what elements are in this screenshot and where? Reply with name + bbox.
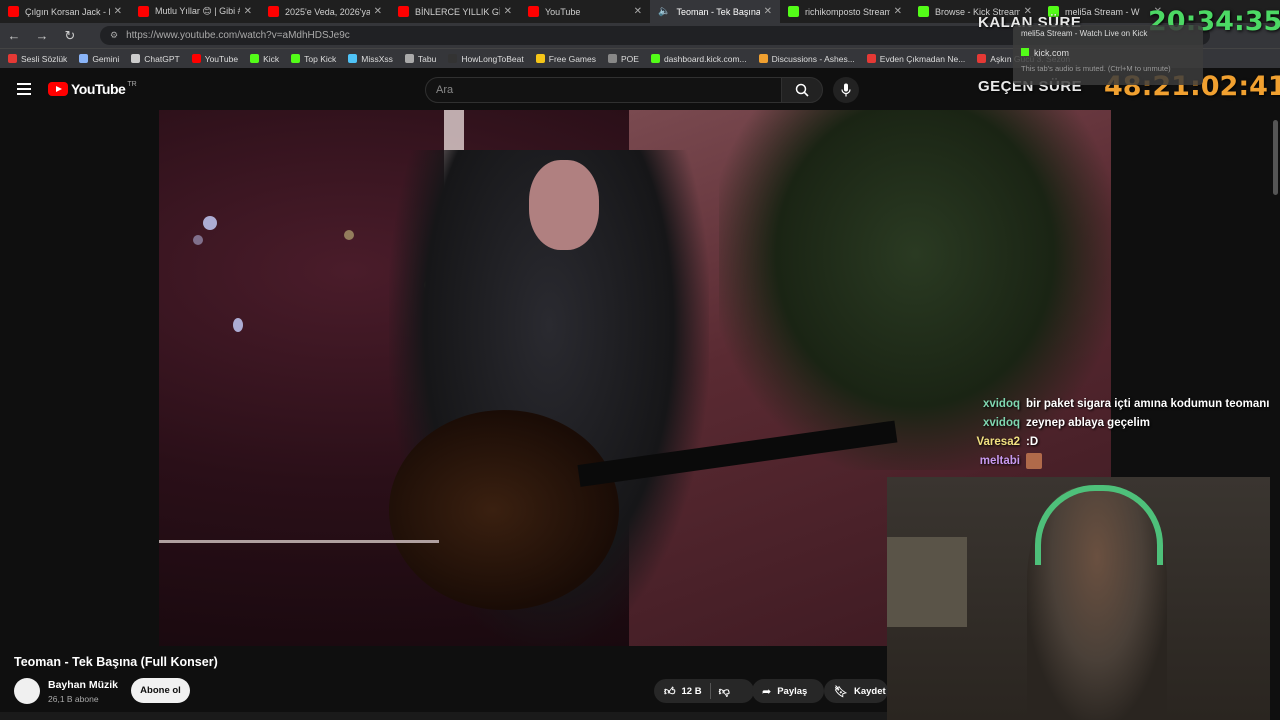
search-input[interactable]: Ara [425, 77, 782, 103]
chat-emote [1026, 452, 1042, 469]
bookmark-item[interactable]: Gemini [79, 54, 119, 64]
bookmark-item[interactable]: dashboard.kick.com... [650, 54, 747, 64]
youtube-icon [268, 6, 279, 17]
kick-icon [1021, 48, 1029, 56]
like-count[interactable]: 12 B [682, 686, 702, 697]
browser-tab[interactable]: YouTube ✕ [520, 0, 650, 23]
bookmark-item[interactable]: Sesli Sözlük [8, 54, 67, 64]
bookmark-item[interactable]: Evden Çıkmadan Ne... [866, 54, 965, 64]
scrollbar-thumb[interactable] [1273, 120, 1278, 195]
url-text: https://www.youtube.com/watch?v=aMdhHDSJ… [126, 30, 350, 41]
chat-username: meltabi [979, 454, 1020, 467]
webcam-overlay [887, 477, 1280, 720]
chat-message: xvidoq zeynep ablaya geçelim [960, 413, 1280, 432]
subscriber-count: 26,1 B abone [48, 694, 99, 704]
youtube-icon [138, 6, 149, 17]
chat-message: Varesa2 :D [960, 432, 1280, 451]
bookmark-item[interactable]: HowLongToBeat [448, 54, 524, 64]
youtube-icon [528, 6, 539, 17]
bookmark-favicon-icon [191, 54, 201, 63]
youtube-icon [8, 6, 19, 17]
chat-text: bir paket sigara içti amına kodumun teom… [1026, 397, 1270, 410]
close-icon[interactable]: ✕ [374, 6, 382, 17]
bookmark-favicon-icon [758, 54, 768, 63]
chat-username: Varesa2 [976, 435, 1021, 448]
close-icon[interactable]: ✕ [764, 6, 772, 17]
close-icon[interactable]: ✕ [634, 6, 642, 17]
chat-text: zeynep ablaya geçelim [1026, 416, 1151, 429]
hover-card-title: meli5a Stream - Watch Live on Kick [1021, 29, 1148, 38]
bookmark-item[interactable]: Free Games [535, 54, 596, 64]
close-icon[interactable]: ✕ [894, 6, 902, 17]
bookmark-favicon-icon [291, 54, 301, 63]
back-arrow-icon[interactable]: ← [0, 28, 28, 43]
chat-text: :D [1026, 435, 1039, 448]
bookmark-favicon-icon [8, 54, 17, 63]
microphone-icon [841, 83, 851, 97]
bookmark-favicon-icon [131, 54, 141, 63]
bookmark-icon: 🔖︎ [834, 685, 848, 698]
share-button[interactable]: ➦ Paylaş [752, 679, 824, 703]
bookmark-item[interactable]: MissXss [348, 54, 393, 64]
site-info-icon[interactable]: ⚙ [110, 30, 118, 41]
browser-tab[interactable]: 2025'e Veda, 2026'ya M✕ [260, 0, 390, 23]
like-dislike-group: 👍︎ 12 B 👎︎ [654, 679, 754, 703]
forward-arrow-icon[interactable]: → [28, 28, 56, 43]
bookmark-favicon-icon [535, 54, 545, 63]
chat-username: xvidoq [982, 416, 1020, 429]
youtube-icon [398, 6, 409, 17]
kick-icon [918, 6, 929, 17]
share-icon: ➦ [762, 685, 772, 698]
browser-tab[interactable]: Mutlu Yıllar 😊 | Gibi #si✕ [130, 0, 260, 23]
browser-tab[interactable]: richikomposto Stream ✕ [780, 0, 910, 23]
bookmark-favicon-icon [79, 54, 89, 63]
hover-card-hint: This tab's audio is muted. (Ctrl+M to un… [1021, 64, 1171, 73]
search-icon [795, 83, 809, 97]
chat-username: xvidoq [982, 397, 1020, 410]
bookmark-item[interactable]: Tabu [404, 54, 436, 64]
search-button[interactable] [781, 77, 823, 103]
muted-speaker-icon[interactable]: 🔈 [658, 6, 670, 17]
bookmark-item[interactable]: Kick [250, 54, 279, 64]
bookmark-item[interactable]: Top Kick [291, 54, 336, 64]
voice-search-button[interactable] [833, 77, 859, 103]
save-button[interactable]: 🔖︎ Kaydet [824, 679, 888, 703]
like-icon[interactable]: 👍︎ [664, 685, 676, 698]
bookmark-favicon-icon [348, 54, 358, 63]
tab-hover-card: meli5a Stream - Watch Live on Kick kick.… [1013, 25, 1203, 85]
video-title: Teoman - Tek Başına (Full Konser) [14, 655, 218, 669]
avatar[interactable] [14, 678, 40, 704]
bookmark-item[interactable]: POE [608, 54, 639, 64]
browser-tab[interactable]: BİNLERCE YILLIK GİZEM✕ [390, 0, 520, 23]
bookmark-favicon-icon [866, 54, 876, 63]
bookmark-favicon-icon [650, 54, 660, 63]
bookmark-favicon-icon [404, 54, 414, 63]
kick-icon [788, 6, 799, 17]
bookmark-favicon-icon [448, 54, 458, 63]
stream-chat-overlay: xvidoq bir paket sigara içti amına kodumu… [960, 394, 1280, 470]
bookmark-item[interactable]: ChatGPT [131, 54, 180, 64]
browser-tab[interactable]: Çılgın Korsan Jack - Ma✕ [0, 0, 130, 23]
browser-tab-active[interactable]: 🔈 Teoman - Tek Başına ✕ [650, 0, 780, 23]
menu-icon[interactable] [17, 83, 31, 95]
page-scrollbar[interactable] [1270, 110, 1280, 720]
channel-name[interactable]: Bayhan Müzik [48, 679, 118, 691]
bookmark-favicon-icon [250, 54, 260, 63]
chat-message: xvidoq bir paket sigara içti amına kodumu… [960, 394, 1280, 413]
close-icon[interactable]: ✕ [114, 6, 122, 17]
bookmark-item[interactable]: Discussions - Ashes... [758, 54, 855, 64]
youtube-play-icon [48, 82, 68, 96]
bookmark-item[interactable]: YouTube [191, 54, 238, 64]
chat-message: meltabi [960, 451, 1280, 470]
youtube-logo[interactable]: YouTube TR [48, 81, 137, 97]
close-icon[interactable]: ✕ [504, 6, 512, 17]
dislike-icon[interactable]: 👎︎ [719, 685, 730, 698]
bookmark-favicon-icon [608, 54, 617, 63]
headset [1035, 485, 1163, 565]
reload-icon[interactable]: ↻ [56, 28, 84, 44]
hover-card-site: kick.com [1021, 48, 1195, 58]
close-icon[interactable]: ✕ [244, 6, 252, 17]
subscribe-button[interactable]: Abone ol [131, 678, 190, 703]
